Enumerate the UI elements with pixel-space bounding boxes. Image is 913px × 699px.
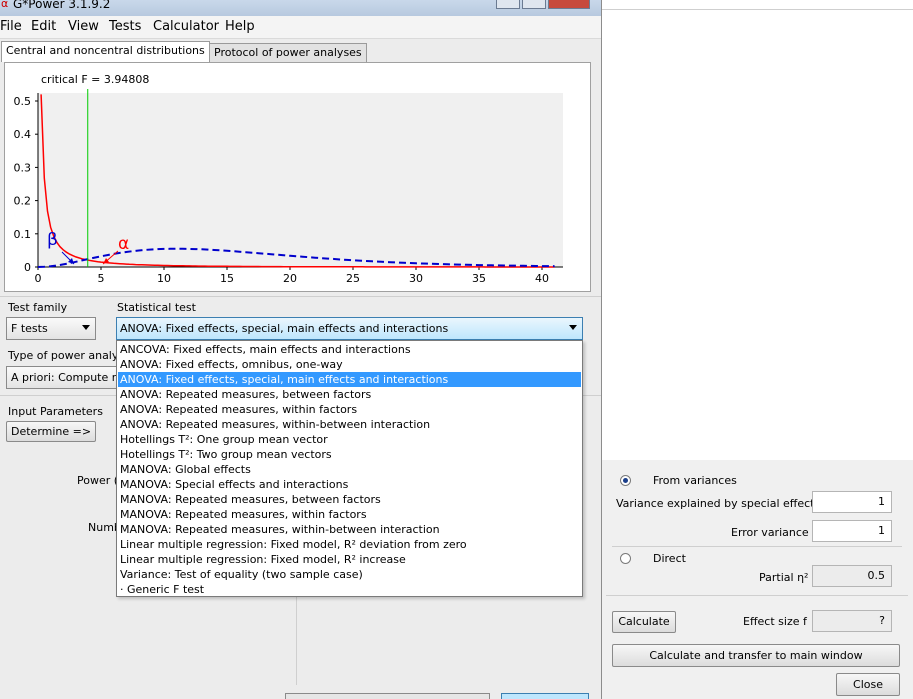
calculate-main-button[interactable]: [501, 693, 589, 699]
distribution-plot: 0 0.1 0.2 0.3 0.4 0.5 0 5 10 15 20 25 30 35 40 critic…: [4, 62, 591, 292]
dropdown-option[interactable]: Linear multiple regression: Fixed model,…: [118, 552, 581, 567]
close-window-button[interactable]: [548, 0, 590, 9]
variance-explained-field[interactable]: 1: [812, 491, 892, 513]
dropdown-option[interactable]: MANOVA: Repeated measures, within factor…: [118, 507, 581, 522]
y-tick-label: 0.3: [14, 161, 32, 174]
tab-distributions[interactable]: Central and noncentral distributions: [1, 41, 210, 62]
statistical-test-combo[interactable]: ANOVA: Fixed effects, special, main effe…: [116, 317, 583, 340]
type-of-power-combo[interactable]: A priori: Compute r: [6, 366, 118, 389]
x-tick-label: 35: [472, 272, 486, 285]
dropdown-option[interactable]: Hotellings T²: One group mean vector: [118, 432, 581, 447]
distribution-plot-svg: 0 0.1 0.2 0.3 0.4 0.5 0 5 10 15 20 25 30 35 40 critic…: [14, 73, 563, 285]
from-variances-label: From variances: [653, 474, 737, 487]
x-tick-label: 5: [98, 272, 105, 285]
menu-help[interactable]: Help: [225, 19, 255, 34]
effect-size-label: Effect size f: [743, 615, 807, 628]
dropdown-option[interactable]: Hotellings T²: Two group mean vectors: [118, 447, 581, 462]
y-tick-label: 0.5: [14, 95, 32, 108]
statistical-test-value: ANOVA: Fixed effects, special, main effe…: [120, 322, 449, 335]
menu-bar: File Edit View Tests Calculator Help: [0, 16, 601, 39]
separator: [612, 546, 902, 547]
error-variance-label: Error variance: [731, 526, 809, 539]
dropdown-option[interactable]: MANOVA: Repeated measures, between facto…: [118, 492, 581, 507]
x-tick-label: 30: [409, 272, 423, 285]
window-title: G*Power 3.1.9.2: [13, 0, 111, 11]
determine-button[interactable]: Determine =>: [6, 421, 96, 442]
menu-file[interactable]: File: [0, 19, 22, 34]
critical-f-label: critical F = 3.94808: [41, 73, 149, 86]
dropdown-option[interactable]: MANOVA: Repeated measures, within-betwee…: [118, 522, 581, 537]
right-window-top: [602, 0, 913, 10]
dropdown-option[interactable]: MANOVA: Special effects and interactions: [118, 477, 581, 492]
type-of-power-value: A priori: Compute r: [11, 371, 117, 384]
calculate-transfer-button[interactable]: Calculate and transfer to main window: [612, 644, 900, 667]
close-button[interactable]: Close: [836, 673, 900, 696]
statistical-test-dropdown: ANCOVA: Fixed effects, main effects and …: [116, 340, 583, 597]
right-blank-area: [602, 10, 913, 460]
dropdown-option[interactable]: · Generic F test: [118, 582, 581, 597]
alpha-symbol: α: [118, 234, 129, 254]
maximize-button[interactable]: [522, 0, 546, 9]
partial-eta-field[interactable]: 0.5: [812, 565, 892, 587]
y-tick-label: 0.1: [14, 228, 32, 241]
dropdown-option[interactable]: ANOVA: Fixed effects, omnibus, one-way: [118, 357, 581, 372]
x-tick-label: 20: [283, 272, 297, 285]
x-tick-label: 10: [157, 272, 171, 285]
menu-edit[interactable]: Edit: [31, 19, 56, 34]
dropdown-option[interactable]: ANOVA: Repeated measures, within factors: [118, 402, 581, 417]
title-bar: α G*Power 3.1.9.2: [0, 0, 601, 16]
error-variance-field[interactable]: 1: [812, 520, 892, 542]
x-tick-label: 0: [35, 272, 42, 285]
y-tick-label: 0.4: [14, 128, 32, 141]
calculate-button[interactable]: Calculate: [612, 611, 676, 633]
dropdown-option[interactable]: Linear multiple regression: Fixed model,…: [118, 537, 581, 552]
separator: [0, 296, 601, 297]
input-parameters-label: Input Parameters: [8, 405, 103, 418]
test-family-label: Test family: [8, 301, 68, 314]
type-of-power-label: Type of power analy: [8, 349, 119, 362]
effect-size-field: ?: [812, 610, 892, 632]
menu-calculator[interactable]: Calculator: [153, 19, 219, 34]
minimize-button[interactable]: [496, 0, 520, 9]
power-label: Power (: [77, 474, 119, 487]
main-window: α G*Power 3.1.9.2 File Edit View Tests C…: [0, 0, 602, 699]
dropdown-option[interactable]: ANOVA: Repeated measures, between factor…: [118, 387, 581, 402]
chevron-down-icon: [569, 325, 577, 330]
from-variances-radio[interactable]: [620, 475, 631, 486]
dropdown-option[interactable]: Variance: Test of equality (two sample c…: [118, 567, 581, 582]
partial-eta-label: Partial η²: [759, 571, 809, 584]
x-protocol-button[interactable]: [285, 693, 490, 699]
separator: [606, 595, 908, 596]
tab-protocol[interactable]: Protocol of power analyses: [209, 43, 367, 62]
test-family-value: F tests: [11, 322, 48, 335]
x-tick-label: 25: [346, 272, 360, 285]
variance-explained-label: Variance explained by special effect: [616, 497, 815, 510]
plot-area: [38, 93, 563, 267]
beta-symbol: β: [47, 230, 58, 250]
y-tick-label: 0: [24, 261, 31, 274]
direct-radio[interactable]: [620, 553, 631, 564]
x-tick-label: 40: [535, 272, 549, 285]
test-family-combo[interactable]: F tests: [6, 317, 96, 340]
dropdown-option[interactable]: ANOVA: Repeated measures, within-between…: [118, 417, 581, 432]
x-tick-label: 15: [220, 272, 234, 285]
dropdown-option[interactable]: ANOVA: Fixed effects, special, main effe…: [118, 372, 581, 387]
effect-size-window: From variances Variance explained by spe…: [602, 0, 913, 699]
y-tick-label: 0.2: [14, 195, 32, 208]
dropdown-option[interactable]: ANCOVA: Fixed effects, main effects and …: [118, 342, 581, 357]
menu-tests[interactable]: Tests: [109, 19, 141, 34]
dropdown-option[interactable]: MANOVA: Global effects: [118, 462, 581, 477]
direct-label: Direct: [653, 552, 686, 565]
app-alpha-icon: α: [1, 0, 9, 10]
statistical-test-label: Statistical test: [117, 301, 196, 314]
menu-view[interactable]: View: [68, 19, 99, 34]
chevron-down-icon: [82, 325, 90, 330]
